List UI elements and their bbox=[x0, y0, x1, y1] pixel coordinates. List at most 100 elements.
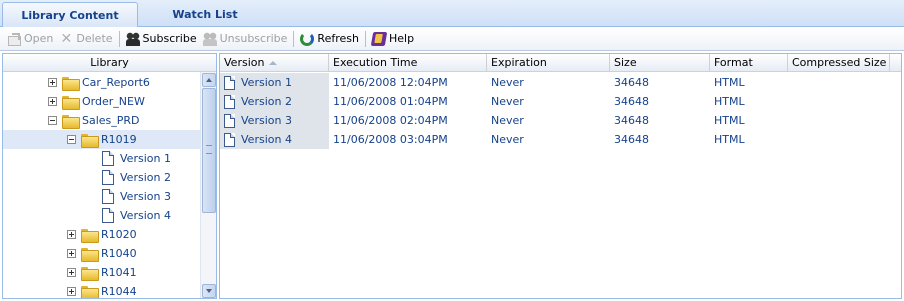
expand-icon[interactable] bbox=[67, 249, 76, 258]
tree-item-r1040[interactable]: R1040 bbox=[67, 244, 137, 263]
sort-ascending-icon bbox=[269, 61, 278, 65]
help-button[interactable]: Help bbox=[369, 29, 417, 49]
column-header-label: Version bbox=[224, 56, 265, 69]
open-icon bbox=[7, 32, 21, 46]
open-button[interactable]: Open bbox=[4, 29, 56, 49]
expiration-cell: Never bbox=[491, 95, 524, 108]
tree-item-r1041[interactable]: R1041 bbox=[67, 263, 137, 282]
tree-item-label: R1041 bbox=[101, 266, 137, 279]
tree-item-order-new[interactable]: Order_NEW bbox=[48, 92, 145, 111]
folder-icon bbox=[81, 266, 99, 281]
folder-icon bbox=[81, 228, 99, 243]
scroll-thumb[interactable] bbox=[202, 88, 216, 213]
tree-item-label: Version 2 bbox=[120, 171, 171, 184]
delete-label: Delete bbox=[76, 32, 113, 45]
help-icon bbox=[370, 31, 388, 46]
tree-item-label: Order_NEW bbox=[82, 95, 145, 108]
tree-item-label: Version 1 bbox=[120, 152, 171, 165]
tree-item-r1044[interactable]: R1044 bbox=[67, 282, 137, 298]
version-label: Version 1 bbox=[241, 76, 292, 89]
delete-icon: ✕ bbox=[60, 30, 73, 47]
tree-item-sales-prd[interactable]: Sales_PRD bbox=[48, 111, 140, 130]
tree-item-r1020[interactable]: R1020 bbox=[67, 225, 137, 244]
refresh-button[interactable]: Refresh bbox=[297, 29, 362, 49]
column-header-size[interactable]: Size bbox=[610, 54, 710, 72]
collapse-icon[interactable] bbox=[48, 116, 57, 125]
library-tree: Car_Report6 Order_NEW Sales_PRD R1019 Ve… bbox=[3, 72, 200, 298]
document-icon bbox=[102, 151, 114, 166]
column-header-execution-time[interactable]: Execution Time bbox=[329, 54, 487, 72]
open-label: Open bbox=[24, 32, 54, 45]
column-header-version[interactable]: Version bbox=[220, 54, 329, 72]
document-icon bbox=[224, 113, 235, 128]
table-row[interactable]: Version 2 11/06/2008 01:04PM Never 34648… bbox=[220, 92, 901, 111]
tree-item-version-3[interactable]: Version 3 bbox=[102, 187, 171, 206]
compressed-size-cell bbox=[788, 111, 890, 130]
tree-item-version-2[interactable]: Version 2 bbox=[102, 168, 171, 187]
version-cell: Version 2 bbox=[220, 92, 329, 111]
scroll-down-icon[interactable] bbox=[202, 284, 216, 298]
column-header-expiration[interactable]: Expiration bbox=[487, 54, 610, 72]
compressed-size-cell bbox=[788, 130, 890, 149]
expand-icon[interactable] bbox=[67, 230, 76, 239]
table-row[interactable]: Version 4 11/06/2008 03:04PM Never 34648… bbox=[220, 130, 901, 149]
toolbar-separator bbox=[293, 30, 295, 47]
folder-icon bbox=[81, 285, 99, 298]
expiration-cell: Never bbox=[491, 76, 524, 89]
column-header-compressed-size[interactable]: Compressed Size bbox=[788, 54, 890, 72]
size-cell: 34648 bbox=[614, 133, 649, 146]
expand-icon[interactable] bbox=[67, 287, 76, 296]
version-label: Version 3 bbox=[241, 114, 292, 127]
version-label: Version 4 bbox=[241, 133, 292, 146]
collapse-icon[interactable] bbox=[67, 135, 76, 144]
tree-item-label: R1020 bbox=[101, 228, 137, 241]
execution-time-cell: 11/06/2008 12:04PM bbox=[333, 76, 448, 89]
help-label: Help bbox=[388, 32, 415, 45]
tree-item-label: R1040 bbox=[101, 247, 137, 260]
refresh-icon bbox=[300, 31, 315, 46]
expand-icon[interactable] bbox=[48, 78, 57, 87]
delete-button[interactable]: ✕ Delete bbox=[56, 29, 115, 49]
tree-scrollbar[interactable] bbox=[200, 72, 216, 298]
unsubscribe-button[interactable]: Unsubscribe bbox=[200, 29, 291, 49]
expand-icon[interactable] bbox=[48, 97, 57, 106]
folder-icon bbox=[62, 114, 80, 129]
subscribe-icon bbox=[125, 31, 140, 46]
execution-time-cell: 11/06/2008 01:04PM bbox=[333, 95, 448, 108]
tree-item-label: R1044 bbox=[101, 285, 137, 298]
version-label: Version 2 bbox=[241, 95, 292, 108]
tree-item-label: Version 4 bbox=[120, 209, 171, 222]
document-icon bbox=[224, 75, 235, 90]
size-cell: 34648 bbox=[614, 114, 649, 127]
folder-icon bbox=[62, 76, 80, 91]
grid-header: Version Execution Time Expiration Size F… bbox=[220, 54, 901, 72]
subscribe-button[interactable]: Subscribe bbox=[123, 29, 200, 49]
tree-item-car-report6[interactable]: Car_Report6 bbox=[48, 73, 150, 92]
toolbar-separator bbox=[364, 30, 366, 47]
version-cell: Version 1 bbox=[220, 73, 329, 92]
table-row[interactable]: Version 1 11/06/2008 12:04PM Never 34648… bbox=[220, 73, 901, 92]
tree-item-version-4[interactable]: Version 4 bbox=[102, 206, 171, 225]
size-cell: 34648 bbox=[614, 76, 649, 89]
table-row[interactable]: Version 3 11/06/2008 02:04PM Never 34648… bbox=[220, 111, 901, 130]
execution-time-cell: 11/06/2008 03:04PM bbox=[333, 133, 448, 146]
subscribe-label: Subscribe bbox=[142, 32, 197, 45]
format-cell: HTML bbox=[714, 76, 745, 89]
size-cell: 34648 bbox=[614, 95, 649, 108]
tree-item-r1019[interactable]: R1019 bbox=[3, 130, 200, 149]
library-header: Library bbox=[3, 54, 216, 72]
version-cell: Version 3 bbox=[220, 111, 329, 130]
tree-item-version-1[interactable]: Version 1 bbox=[102, 149, 171, 168]
tab-watch-list[interactable]: Watch List bbox=[140, 2, 270, 27]
tree-item-label: Car_Report6 bbox=[82, 76, 150, 89]
format-cell: HTML bbox=[714, 95, 745, 108]
tree-item-label: Version 3 bbox=[120, 190, 171, 203]
expiration-cell: Never bbox=[491, 133, 524, 146]
column-header-format[interactable]: Format bbox=[710, 54, 788, 72]
folder-icon bbox=[81, 247, 99, 262]
unsubscribe-icon bbox=[202, 31, 217, 46]
refresh-label: Refresh bbox=[317, 32, 359, 45]
expand-icon[interactable] bbox=[67, 268, 76, 277]
scroll-up-icon[interactable] bbox=[202, 73, 216, 87]
tab-library-content[interactable]: Library Content bbox=[2, 2, 138, 27]
